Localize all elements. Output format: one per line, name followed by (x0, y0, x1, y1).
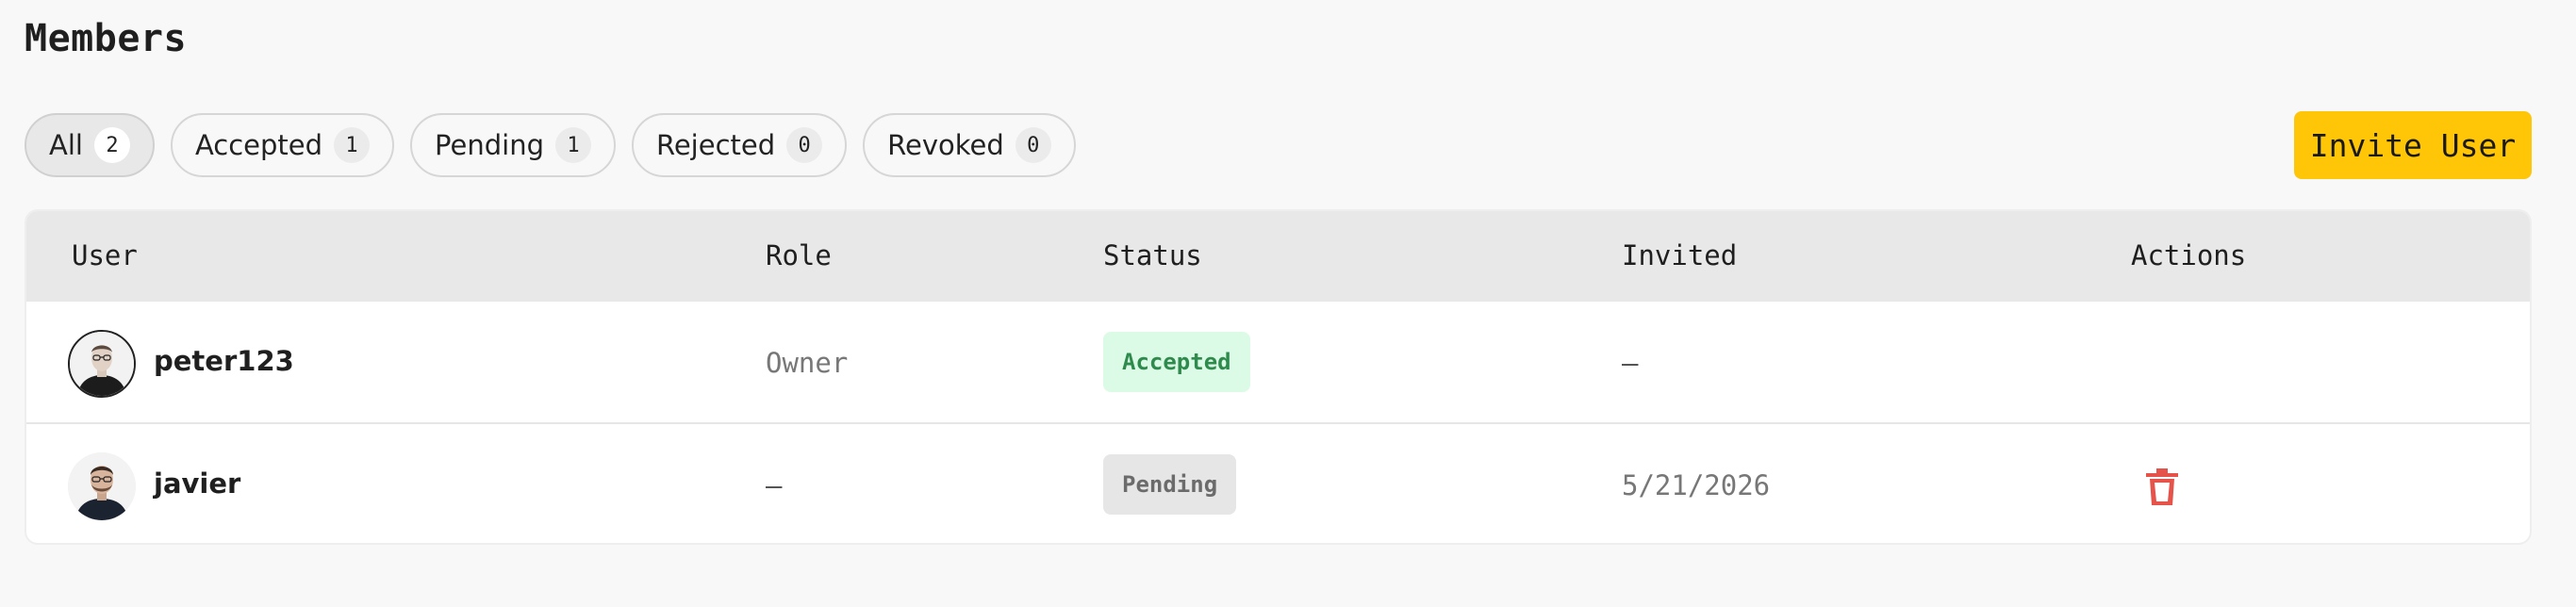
user-name: peter123 (154, 345, 294, 377)
filter-count-badge: 0 (1015, 127, 1051, 163)
table-header: User Role Status Invited Actions (26, 211, 2530, 302)
invite-user-button[interactable]: Invite User (2294, 111, 2532, 179)
role-value: — (766, 469, 783, 501)
filter-chip-pending[interactable]: Pending 1 (410, 113, 616, 177)
filter-chip-revoked[interactable]: Revoked 0 (863, 113, 1076, 177)
filter-chip-label: Accepted (194, 129, 323, 161)
invited-value: 5/21/2026 (1622, 469, 1771, 501)
filter-count-badge: 2 (93, 127, 130, 163)
filter-chip-label: Rejected (655, 129, 776, 161)
user-name: javier (154, 468, 241, 500)
avatar-photo-icon (70, 332, 134, 396)
table-row: javier — Pending 5/21/2026 (26, 424, 2530, 543)
column-header-actions: Actions (2131, 239, 2247, 271)
status-filter-bar: All 2 Accepted 1 Pending 1 Rejected 0 Re… (25, 113, 1076, 177)
filter-count-badge: 1 (554, 127, 591, 163)
avatar-photo-icon (68, 452, 136, 520)
filter-count-badge: 1 (334, 127, 371, 163)
filter-chip-rejected[interactable]: Rejected 0 (631, 113, 848, 177)
members-table: User Role Status Invited Actions peter12… (25, 209, 2532, 545)
filter-count-badge: 0 (786, 127, 823, 163)
invited-value: — (1622, 347, 1639, 379)
role-value: Owner (766, 347, 849, 379)
filter-chip-label: All (49, 129, 83, 161)
filter-chip-label: Revoked (887, 129, 1004, 161)
trash-icon[interactable] (2146, 468, 2178, 505)
status-badge: Pending (1103, 454, 1237, 515)
page-title: Members (25, 17, 188, 60)
column-header-status: Status (1103, 239, 1202, 271)
table-row: peter123 Owner Accepted — (26, 302, 2530, 424)
avatar (68, 452, 136, 520)
avatar (68, 330, 136, 398)
status-badge: Accepted (1103, 332, 1250, 392)
filter-chip-label: Pending (435, 129, 544, 161)
filter-chip-accepted[interactable]: Accepted 1 (170, 113, 395, 177)
column-header-role: Role (766, 239, 832, 271)
column-header-user: User (72, 239, 138, 271)
filter-chip-all[interactable]: All 2 (25, 113, 155, 177)
column-header-invited: Invited (1622, 239, 1738, 271)
